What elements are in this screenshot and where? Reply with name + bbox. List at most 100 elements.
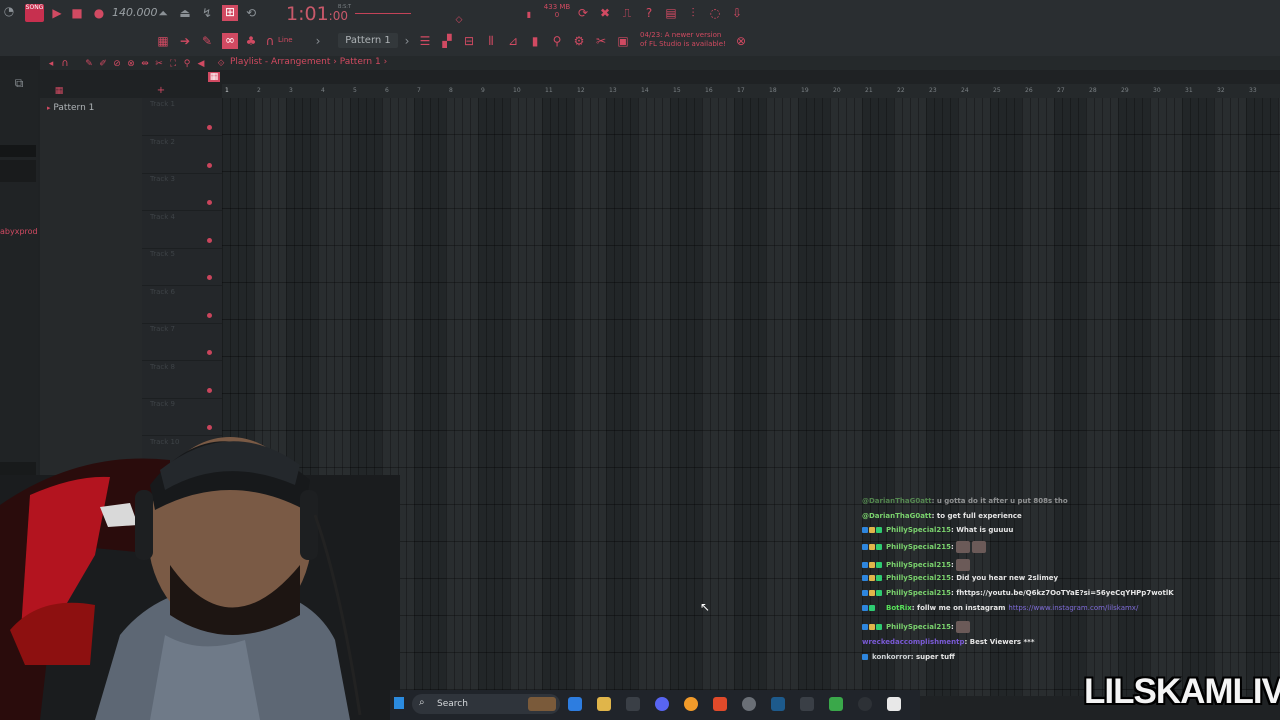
playlist-tool-icon[interactable]: ▦ <box>156 34 170 48</box>
steam-icon[interactable] <box>771 697 785 711</box>
track-mute-led[interactable] <box>207 275 212 280</box>
snap-magnet-icon[interactable]: ∩ <box>58 57 72 71</box>
update-news[interactable]: 04/23: A newer version of FL Studio is a… <box>640 31 730 49</box>
chat-username[interactable]: PhillySpecial215 <box>886 561 951 569</box>
channel-rack-icon[interactable]: ▤ <box>664 6 678 20</box>
volume-knob-icon[interactable]: ◇ <box>452 13 466 27</box>
obs-icon[interactable] <box>742 697 756 711</box>
fl-logo-icon[interactable]: ◔ <box>2 4 16 18</box>
slice-icon[interactable]: ✂ <box>152 57 166 71</box>
stamp-icon[interactable]: ♣ <box>244 34 258 48</box>
link-icon[interactable]: ∞ <box>222 33 238 49</box>
track-mute-led[interactable] <box>207 162 212 168</box>
save-icon[interactable]: ▣ <box>616 34 630 48</box>
chat-username[interactable]: konkorror <box>872 653 911 661</box>
stop-icon[interactable]: ■ <box>70 6 84 20</box>
mixer-2-icon[interactable]: ⫴ <box>484 34 498 48</box>
download-icon[interactable]: ⇩ <box>730 6 744 20</box>
track-mute-led[interactable] <box>207 312 212 318</box>
track-header[interactable]: Track 6 <box>142 286 222 324</box>
playback-icon[interactable]: ◀ <box>194 57 208 71</box>
tuner-icon[interactable]: ⚲ <box>550 34 564 48</box>
mic-icon[interactable]: ⎍ <box>620 6 634 20</box>
track-mute-led[interactable] <box>207 237 212 243</box>
store-icon[interactable] <box>626 697 640 711</box>
chat-username[interactable]: PhillySpecial215 <box>886 543 951 551</box>
track-header[interactable]: Track 3 <box>142 173 222 211</box>
browser-pattern-item[interactable]: ▸ Pattern 1 <box>47 103 94 113</box>
mute-icon[interactable]: ⊗ <box>124 57 138 71</box>
piano-roll-icon[interactable]: ▞ <box>440 34 454 48</box>
chat-link[interactable]: https://www.instagram.com/lilskamx/ <box>1008 604 1138 612</box>
step-seq-icon[interactable]: ⚙ <box>572 34 586 48</box>
chat-username[interactable]: wreckedaccomplishmentp <box>862 638 965 646</box>
tools-icon[interactable]: ✂ <box>594 34 608 48</box>
arrangement-icon[interactable]: ⟐ <box>214 57 228 71</box>
browser-toggle-icon[interactable]: ⧉ <box>12 76 26 90</box>
pencil-icon[interactable]: ✎ <box>82 57 96 71</box>
track-mute-led[interactable] <box>207 350 212 355</box>
track-header[interactable]: Track 8 <box>142 361 222 399</box>
plugin-icon[interactable]: ▮ <box>528 34 542 48</box>
add-track-icon[interactable]: + <box>154 84 168 98</box>
chat-username[interactable]: PhillySpecial215 <box>886 526 951 534</box>
track-mute-led[interactable] <box>207 200 212 205</box>
fl-studio-icon[interactable] <box>684 697 698 711</box>
windows-start-icon[interactable] <box>394 697 404 709</box>
discord-icon[interactable] <box>655 697 669 711</box>
select-icon[interactable]: ⛶ <box>166 57 180 71</box>
timeline-ruler[interactable]: 1 2 3 4 5 6 7 8 9 10 11 12 13 14 15 16 17 18 19 20 21 22 23 24 2… <box>222 84 1280 98</box>
record-icon[interactable]: ● <box>92 6 106 20</box>
arrow-left-icon[interactable]: ◂ <box>44 57 58 71</box>
mixer-icon[interactable]: ⫶ <box>686 6 700 20</box>
magnet-icon[interactable]: ∩ <box>263 34 277 48</box>
arrow-right-icon[interactable]: ➔ <box>178 34 192 48</box>
blend-icon[interactable]: ⟲ <box>244 6 258 20</box>
browser-icon[interactable]: ⊿ <box>506 34 520 48</box>
track-mute-led[interactable] <box>207 387 212 393</box>
chat-username[interactable]: BotRix <box>886 604 912 612</box>
track-header[interactable]: Track 7 <box>142 323 222 361</box>
delete-icon[interactable]: ⊘ <box>110 57 124 71</box>
track-mute-led[interactable] <box>207 125 212 130</box>
slip-icon[interactable]: ⇹ <box>138 57 152 71</box>
loop-record-icon[interactable]: ⊞ <box>222 5 238 21</box>
chat-username[interactable]: PhillySpecial215 <box>886 589 951 597</box>
playlist-icon[interactable]: ☰ <box>418 34 432 48</box>
tempo-display[interactable]: 140.000 <box>112 6 158 20</box>
file-explorer-icon[interactable] <box>597 697 611 711</box>
copilot-icon[interactable] <box>568 697 582 711</box>
help-icon[interactable]: ? <box>642 6 656 20</box>
master-pitch-slider[interactable] <box>355 13 411 14</box>
draw-tool-icon[interactable]: ✎ <box>200 34 214 48</box>
countdown-icon[interactable]: ↯ <box>200 6 214 20</box>
metronome-icon[interactable]: ⏶ <box>156 6 170 20</box>
news-close-icon[interactable]: ⊗ <box>734 34 748 48</box>
app-icon[interactable] <box>800 697 814 711</box>
pattern-selector[interactable]: Pattern 1 <box>338 33 398 48</box>
panic-icon[interactable]: ✖ <box>598 6 612 20</box>
song-mode-badge[interactable]: SONG <box>25 4 44 22</box>
ak-icon[interactable] <box>858 697 872 711</box>
wait-icon[interactable]: ⏏ <box>178 6 192 20</box>
track-header[interactable]: Track 5 <box>142 248 222 286</box>
chat-username[interactable]: @DarianThaG0att <box>862 497 932 505</box>
brave-icon[interactable] <box>713 697 727 711</box>
snap-value[interactable]: Line <box>278 36 293 44</box>
chat-username[interactable]: PhillySpecial215 <box>886 574 951 582</box>
chat-username[interactable]: PhillySpecial215 <box>886 623 951 631</box>
layers-icon[interactable] <box>829 697 843 711</box>
pattern-view-icon[interactable]: ▦ <box>52 84 66 98</box>
play-icon[interactable]: ▶ <box>50 6 64 20</box>
pattern-grid-icon[interactable]: ▦ <box>208 72 220 82</box>
track-header[interactable]: Track 1 <box>142 98 222 136</box>
channel-rack-2-icon[interactable]: ⊟ <box>462 34 476 48</box>
chat-icon[interactable]: ◌ <box>708 6 722 20</box>
track-header[interactable]: Track 2 <box>142 136 222 174</box>
chat-username[interactable]: @DarianThaG0att <box>862 512 932 520</box>
capcut-icon[interactable] <box>887 697 901 711</box>
breadcrumb-pattern[interactable]: Pattern 1 <box>340 57 381 67</box>
paint-icon[interactable]: ✐ <box>96 57 110 71</box>
track-header[interactable]: Track 4 <box>142 211 222 249</box>
undo-icon[interactable]: ⟳ <box>576 6 590 20</box>
